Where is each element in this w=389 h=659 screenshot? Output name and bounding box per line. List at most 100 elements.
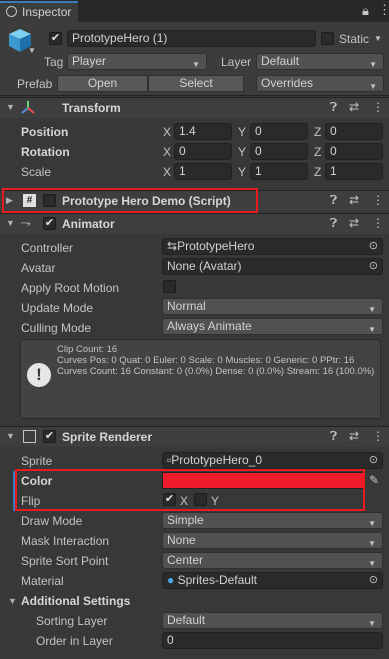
- eyedropper-icon[interactable]: ✎: [369, 473, 379, 487]
- sprite-renderer-icon: [23, 430, 36, 443]
- scale-y-label: Y: [238, 165, 247, 179]
- rotation-z-field[interactable]: 0: [325, 143, 383, 160]
- update-mode-dropdown[interactable]: Normal: [162, 298, 383, 317]
- scale-x-label: X: [163, 165, 172, 179]
- layer-label: Layer: [221, 55, 252, 69]
- root-motion-checkbox[interactable]: [163, 280, 176, 293]
- icon-dropdown-arrow[interactable]: ▼: [28, 46, 36, 55]
- controller-field[interactable]: ⇆PrototypeHero: [162, 238, 383, 255]
- prefab-label: Prefab: [17, 77, 53, 91]
- scale-x-field[interactable]: 1: [174, 163, 232, 180]
- avatar-field[interactable]: None (Avatar): [162, 258, 383, 275]
- material-value: Sprites-Default: [177, 573, 257, 587]
- context-menu-icon[interactable]: ⋮: [372, 193, 384, 207]
- lock-icon[interactable]: 🔒︎: [362, 3, 369, 19]
- animator-enabled-checkbox[interactable]: ✔: [43, 217, 56, 230]
- transform-header[interactable]: ▼ Transform ❓︎ ⇄ ⋮: [0, 97, 389, 118]
- scale-label: Scale: [21, 165, 52, 179]
- sprite-renderer-enabled-checkbox[interactable]: ✔: [43, 430, 56, 443]
- transform-title: Transform: [62, 101, 121, 115]
- help-icon[interactable]: ❓︎: [330, 429, 337, 444]
- help-icon[interactable]: ❓︎: [330, 216, 337, 231]
- rotation-x-label: X: [163, 145, 172, 159]
- sprite-sort-point-label: Sprite Sort Point: [21, 554, 109, 568]
- foldout-arrow-icon[interactable]: ▼: [6, 431, 15, 441]
- sorting-layer-dropdown[interactable]: Default: [162, 612, 383, 631]
- position-y-field[interactable]: 0: [250, 123, 308, 140]
- sorting-layer-label: Sorting Layer: [36, 614, 108, 628]
- position-y-label: Y: [238, 125, 247, 139]
- animator-info-text: Clip Count: 16 Curves Pos: 0 Quat: 0 Eul…: [57, 344, 375, 377]
- sprite-field[interactable]: ▫PrototypeHero_0: [162, 452, 383, 469]
- tab-bar: Inspector 🔒︎ ⋮: [0, 0, 389, 22]
- preset-icon[interactable]: ⇄: [349, 216, 359, 230]
- help-icon[interactable]: ❓︎: [330, 193, 337, 208]
- prefab-overrides-dropdown[interactable]: Overrides: [256, 75, 384, 94]
- static-label: Static: [339, 32, 370, 46]
- animator-header[interactable]: ▼ ⤳ ✔ Animator ❓︎ ⇄ ⋮: [0, 213, 389, 234]
- material-label: Material: [21, 574, 64, 588]
- sprite-value: PrototypeHero_0: [171, 453, 262, 467]
- order-in-layer-field[interactable]: 0: [162, 632, 383, 649]
- scale-z-field[interactable]: 1: [325, 163, 383, 180]
- static-dropdown-arrow[interactable]: ▼: [374, 34, 382, 43]
- preset-icon[interactable]: ⇄: [349, 429, 359, 443]
- avatar-label: Avatar: [21, 261, 56, 275]
- help-icon[interactable]: ❓︎: [330, 100, 337, 115]
- static-checkbox[interactable]: [321, 32, 334, 45]
- scale-y-field[interactable]: 1: [250, 163, 308, 180]
- context-menu-icon[interactable]: ⋮: [372, 429, 384, 443]
- foldout-arrow-icon[interactable]: ▼: [6, 102, 15, 112]
- tag-label: Tag: [44, 55, 64, 69]
- rotation-x-field[interactable]: 0: [174, 143, 232, 160]
- position-z-field[interactable]: 0: [325, 123, 383, 140]
- additional-settings-label[interactable]: Additional Settings: [21, 594, 130, 608]
- highlight-box: [2, 188, 258, 213]
- prefab-select-button[interactable]: Select: [148, 75, 244, 92]
- object-name-field[interactable]: PrototypeHero (1): [67, 30, 316, 47]
- draw-mode-dropdown[interactable]: Simple: [162, 512, 383, 531]
- controller-label: Controller: [21, 241, 74, 255]
- root-motion-label: Apply Root Motion: [21, 281, 120, 295]
- animator-info-box: ! Clip Count: 16 Curves Pos: 0 Quat: 0 E…: [20, 339, 381, 419]
- preset-icon[interactable]: ⇄: [349, 193, 359, 207]
- info-icon: [6, 6, 17, 17]
- mask-interaction-dropdown[interactable]: None: [162, 532, 383, 551]
- foldout-arrow-icon[interactable]: ▼: [6, 218, 15, 228]
- position-z-label: Z: [314, 125, 322, 139]
- position-label: Position: [21, 125, 69, 139]
- sprite-sort-point-dropdown[interactable]: Center: [162, 552, 383, 571]
- tab-inspector[interactable]: Inspector: [0, 1, 78, 22]
- more-options-icon[interactable]: ⋮: [378, 2, 389, 18]
- mask-interaction-label: Mask Interaction: [21, 534, 110, 548]
- position-x-field[interactable]: 1.4: [174, 123, 232, 140]
- position-x-label: X: [163, 125, 172, 139]
- tag-dropdown[interactable]: Player: [67, 53, 207, 72]
- culling-mode-dropdown[interactable]: Always Animate: [162, 318, 383, 337]
- controller-value: PrototypeHero: [177, 239, 255, 253]
- rotation-label: Rotation: [21, 145, 70, 159]
- context-menu-icon[interactable]: ⋮: [372, 100, 384, 114]
- rotation-z-label: Z: [314, 145, 322, 159]
- sprite-renderer-title: Sprite Renderer: [62, 430, 153, 444]
- preset-icon[interactable]: ⇄: [349, 100, 359, 114]
- highlight-box: [15, 469, 365, 511]
- layer-dropdown[interactable]: Default: [256, 53, 384, 72]
- culling-mode-label: Culling Mode: [21, 321, 92, 335]
- scale-z-label: Z: [314, 165, 322, 179]
- sprite-label: Sprite: [21, 454, 53, 468]
- rotation-y-field[interactable]: 0: [250, 143, 308, 160]
- active-checkbox[interactable]: ✔: [49, 32, 62, 45]
- transform-icon: [20, 100, 36, 116]
- animator-title: Animator: [62, 217, 115, 231]
- order-in-layer-label: Order in Layer: [36, 634, 113, 648]
- foldout-arrow-icon[interactable]: ▼: [8, 596, 17, 606]
- prefab-open-button[interactable]: Open: [57, 75, 148, 92]
- sprite-renderer-header[interactable]: ▼ ✔ Sprite Renderer ❓︎ ⇄ ⋮: [0, 426, 389, 447]
- rotation-y-label: Y: [238, 145, 247, 159]
- material-field[interactable]: ● Sprites-Default: [162, 572, 383, 589]
- tab-inspector-label: Inspector: [22, 5, 72, 19]
- context-menu-icon[interactable]: ⋮: [372, 216, 384, 230]
- animator-controller-icon: ⇆: [167, 239, 178, 253]
- animator-icon: ⤳: [21, 216, 31, 230]
